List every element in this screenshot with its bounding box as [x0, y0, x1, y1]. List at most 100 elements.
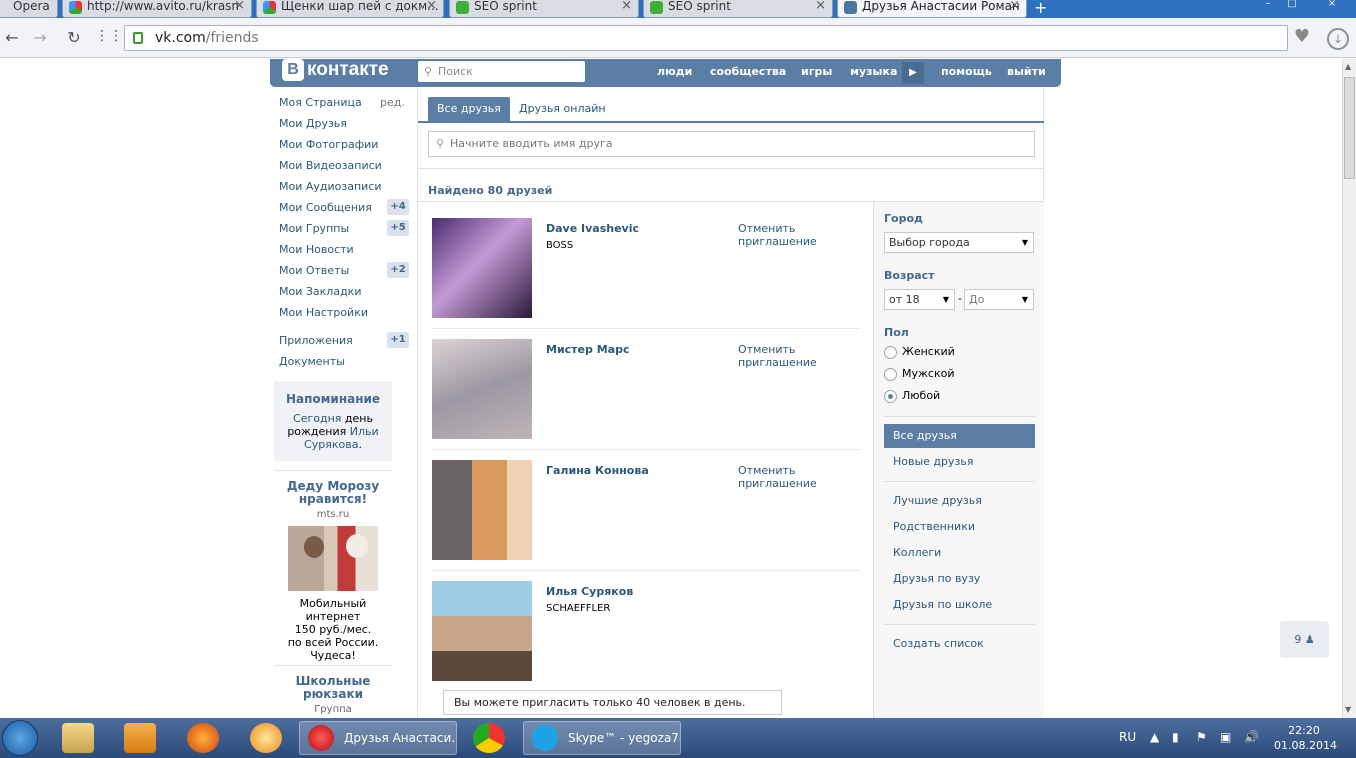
- messages-badge[interactable]: +4: [387, 199, 409, 215]
- tray-expand-icon[interactable]: ▲: [1150, 730, 1159, 744]
- sidebar-item-answers[interactable]: Мои Ответы: [279, 264, 349, 277]
- cancel-invite-link[interactable]: Отменить приглашение: [738, 222, 817, 248]
- groups-badge[interactable]: +5: [387, 220, 409, 236]
- friend-avatar[interactable]: [432, 339, 532, 439]
- sidebar-item-videos[interactable]: Мои Видеозаписи: [279, 159, 382, 172]
- browser-tab-avito[interactable]: http://www.avito.ru/krasn ×: [62, 0, 252, 18]
- age-from-select[interactable]: от 18 ▼: [884, 289, 955, 310]
- menu-games[interactable]: игры: [801, 65, 832, 78]
- list-best-friends[interactable]: Лучшие друзья: [884, 489, 1035, 513]
- ad-block-mts[interactable]: Деду Морозу нравится! mts.ru Мобильный и…: [272, 480, 394, 663]
- close-icon[interactable]: ×: [1009, 0, 1020, 16]
- tab-online-friends[interactable]: Друзья онлайн: [510, 97, 615, 121]
- sidebar-item-settings[interactable]: Мои Настройки: [279, 306, 368, 319]
- friend-name[interactable]: Галина Коннова: [546, 464, 649, 477]
- cancel-invite-link[interactable]: Отменить приглашение: [738, 464, 817, 490]
- list-school-friends[interactable]: Друзья по школе: [884, 593, 1035, 617]
- friend-name[interactable]: Илья Суряков: [546, 585, 633, 598]
- friend-name[interactable]: Dave Ivashevic: [546, 222, 639, 235]
- list-new-friends[interactable]: Новые друзья: [884, 450, 1035, 474]
- forward-icon[interactable]: →: [30, 28, 50, 47]
- browser-tab-vk-friends[interactable]: Друзья Анастасии Роман ×: [837, 0, 1027, 18]
- menu-help[interactable]: помощь: [941, 65, 992, 78]
- close-icon[interactable]: ×: [426, 0, 437, 16]
- close-icon[interactable]: ×: [621, 0, 632, 16]
- chrome-icon[interactable]: [473, 723, 505, 753]
- page-scrollbar[interactable]: ▲ ▼: [1342, 59, 1356, 718]
- list-all-friends[interactable]: Все друзья: [884, 424, 1035, 448]
- fan-app-icon[interactable]: [250, 723, 282, 753]
- friend-search-input[interactable]: ⚲ Начните вводить имя друга: [428, 131, 1035, 157]
- sidebar-item-photos[interactable]: Мои Фотографии: [279, 138, 378, 151]
- download-icon[interactable]: ↓: [1327, 28, 1349, 50]
- scroll-down-icon[interactable]: ▼: [1345, 705, 1351, 714]
- ad-image[interactable]: [288, 526, 378, 591]
- start-button[interactable]: [2, 720, 38, 756]
- list-relatives[interactable]: Родственники: [884, 515, 1035, 539]
- friend-avatar[interactable]: [432, 581, 532, 681]
- taskbar-window-skype[interactable]: Skype™ - yegoza78: [523, 721, 681, 755]
- reminder-today-link[interactable]: Сегодня: [293, 412, 341, 425]
- vk-search-input[interactable]: ⚲ Поиск: [418, 61, 585, 82]
- firefox-icon[interactable]: [187, 723, 219, 753]
- device-icon[interactable]: ▣: [1220, 730, 1231, 744]
- browser-tab-puppies[interactable]: Щенки шар пей с докм... ×: [256, 0, 444, 18]
- network-icon[interactable]: ▮: [1172, 730, 1179, 744]
- sidebar-item-audio[interactable]: Мои Аудиозаписи: [279, 180, 382, 193]
- ad-block-backpacks[interactable]: Школьные рюкзаки Группа: [272, 675, 394, 716]
- menu-people[interactable]: люди: [657, 65, 692, 78]
- answers-badge[interactable]: +2: [387, 262, 409, 278]
- ad-title[interactable]: Деду Морозу нравится!: [272, 480, 394, 506]
- chat-widget[interactable]: 9 ♟: [1280, 621, 1329, 658]
- address-bar[interactable]: vk.com/friends: [124, 25, 1288, 51]
- back-icon[interactable]: ←: [2, 28, 22, 47]
- system-clock[interactable]: 22:20 01.08.2014: [1274, 723, 1337, 753]
- scroll-thumb[interactable]: [1344, 77, 1355, 179]
- new-tab-icon[interactable]: +: [1034, 0, 1047, 16]
- flag-icon[interactable]: ⚑: [1196, 730, 1207, 744]
- cancel-invite-link[interactable]: Отменить приглашение: [738, 343, 817, 369]
- media-player-icon[interactable]: [124, 723, 156, 753]
- sidebar-item-messages[interactable]: Мои Сообщения: [279, 201, 372, 214]
- menu-music[interactable]: музыка: [850, 65, 897, 78]
- sidebar-item-friends[interactable]: Мои Друзья: [279, 117, 347, 130]
- close-window-icon[interactable]: ×: [1322, 0, 1342, 10]
- tab-all-friends[interactable]: Все друзья: [428, 97, 510, 121]
- play-icon[interactable]: ▶: [902, 62, 924, 84]
- minimize-icon[interactable]: –: [1258, 0, 1278, 10]
- volume-icon[interactable]: 🔊: [1244, 730, 1259, 744]
- friend-avatar[interactable]: [432, 218, 532, 318]
- language-indicator[interactable]: RU: [1119, 730, 1136, 744]
- sidebar-item-documents[interactable]: Документы: [279, 355, 345, 368]
- vk-logo[interactable]: Bконтакте: [282, 59, 389, 81]
- list-colleagues[interactable]: Коллеги: [884, 541, 1035, 565]
- close-icon[interactable]: ×: [234, 0, 245, 16]
- scroll-up-icon[interactable]: ▲: [1345, 62, 1351, 71]
- edit-link[interactable]: ред.: [380, 96, 405, 109]
- bookmark-heart-icon[interactable]: ♥: [1291, 28, 1313, 50]
- close-icon[interactable]: ×: [815, 0, 826, 16]
- friend-name[interactable]: Мистер Марс: [546, 343, 629, 356]
- city-select[interactable]: Выбор города ▼: [884, 232, 1034, 253]
- age-to-select[interactable]: До ▼: [964, 289, 1034, 310]
- sidebar-item-groups[interactable]: Мои Группы: [279, 222, 349, 235]
- gender-radio-male[interactable]: Мужской: [884, 367, 954, 381]
- menu-logout[interactable]: выйти: [1007, 65, 1046, 78]
- list-university-friends[interactable]: Друзья по вузу: [884, 567, 1035, 591]
- sidebar-item-apps[interactable]: Приложения: [279, 334, 353, 347]
- create-list-link[interactable]: Создать список: [884, 632, 1035, 656]
- taskbar-window-opera[interactable]: Друзья Анастаси...: [299, 721, 457, 755]
- explorer-icon[interactable]: [62, 723, 94, 753]
- sidebar-item-bookmarks[interactable]: Мои Закладки: [279, 285, 361, 298]
- sidebar-item-news[interactable]: Мои Новости: [279, 243, 354, 256]
- browser-tab-seo-sprint-2[interactable]: SEO sprint ×: [643, 0, 833, 18]
- gender-radio-female[interactable]: Женский: [884, 345, 955, 359]
- browser-tab-seo-sprint-1[interactable]: SEO sprint ×: [449, 0, 639, 18]
- reload-icon[interactable]: ↻: [64, 28, 84, 47]
- sidebar-item-my-page[interactable]: Моя Страница: [279, 96, 362, 109]
- friend-avatar[interactable]: [432, 460, 532, 560]
- apps-badge[interactable]: +1: [387, 332, 409, 348]
- maximize-icon[interactable]: □: [1282, 0, 1302, 10]
- menu-communities[interactable]: сообщества: [710, 65, 786, 78]
- browser-tab-opera[interactable]: Opera: [0, 0, 58, 18]
